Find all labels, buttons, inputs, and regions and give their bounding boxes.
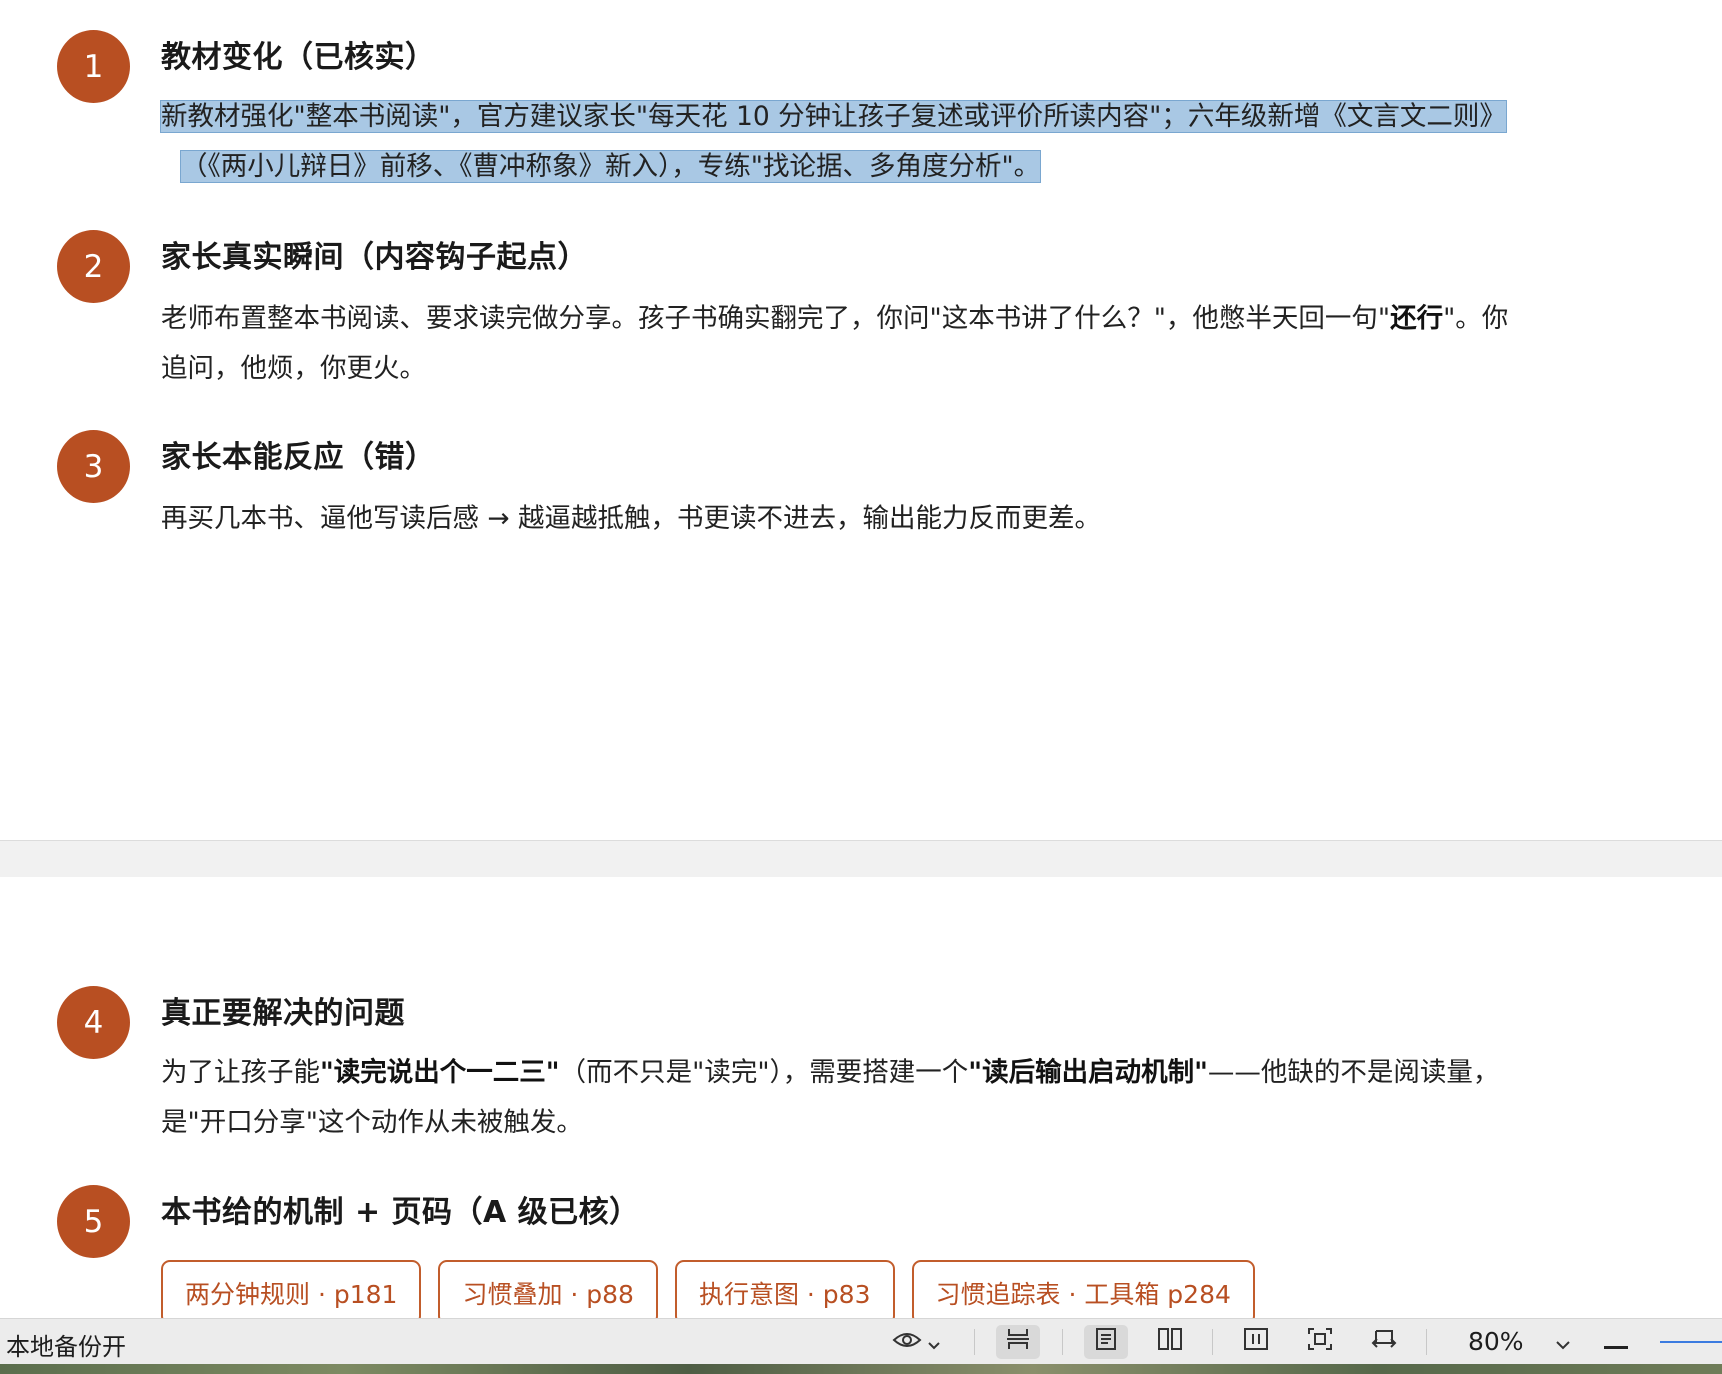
fit-page-icon bbox=[1371, 1327, 1397, 1357]
body-line[interactable]: 再买几本书、逼他写读后感 → 越逼越抵触，书更读不进去，输出能力反而更差。 bbox=[161, 494, 1701, 544]
step-number-badge: 1 bbox=[57, 30, 130, 103]
divider bbox=[1212, 1329, 1213, 1355]
mechanism-chips: 两分钟规则 · p181 习惯叠加 · p88 执行意图 · p83 习惯追踪表… bbox=[161, 1260, 1255, 1318]
minus-icon bbox=[1604, 1328, 1628, 1356]
reading-mode-button[interactable] bbox=[886, 1325, 946, 1359]
page-gap bbox=[0, 840, 1722, 878]
chip-implementation-intention[interactable]: 执行意图 · p83 bbox=[674, 1260, 895, 1318]
selected-text[interactable]: （《两小儿辩日》前移、《曹冲称象》新入），专练"找论据、多角度分析"。 bbox=[179, 150, 1042, 183]
document-page-2: 4 真正要解决的问题 为了让孩子能"读完说出个一二三"（而不只是"读完"），需要… bbox=[0, 877, 1722, 1318]
text-run: 老师布置整本书阅读、要求读完做分享。孩子书确实翻完了，你问"这本书讲了什么？"，… bbox=[161, 303, 1391, 334]
divider bbox=[1062, 1329, 1063, 1355]
eye-icon bbox=[892, 1328, 922, 1356]
column-icon bbox=[1243, 1327, 1269, 1357]
status-bar: 本地备份开 80% bbox=[0, 1318, 1722, 1365]
body-line[interactable]: 新教材强化"整本书阅读"，官方建议家长"每天花 10 分钟让孩子复述或评价所读内… bbox=[160, 92, 1701, 142]
step-title[interactable]: 家长本能反应（错） bbox=[161, 432, 436, 476]
bold-text: "读后输出启动机制" bbox=[968, 1057, 1208, 1088]
document-icon bbox=[1095, 1327, 1117, 1357]
page-continuous-view-button[interactable] bbox=[996, 1325, 1040, 1359]
chip-two-minute-rule[interactable]: 两分钟规则 · p181 bbox=[161, 1260, 422, 1318]
step-number-badge: 2 bbox=[57, 230, 130, 303]
fit-width-button[interactable] bbox=[1362, 1325, 1406, 1359]
divider bbox=[1426, 1329, 1427, 1355]
chevron-down-icon bbox=[1556, 1328, 1570, 1356]
two-page-view-button[interactable] bbox=[1148, 1325, 1192, 1359]
step-body[interactable]: 再买几本书、逼他写读后感 → 越逼越抵触，书更读不进去，输出能力反而更差。 bbox=[161, 494, 1701, 544]
local-backup-status[interactable]: 本地备份开 bbox=[6, 1327, 126, 1362]
step-title[interactable]: 真正要解决的问题 bbox=[161, 988, 405, 1032]
body-line[interactable]: （《两小儿辩日》前移、《曹冲称象》新入），专练"找论据、多角度分析"。 bbox=[161, 142, 1701, 192]
column-view-button[interactable] bbox=[1234, 1325, 1278, 1359]
text-run: （而不只是"读完"），需要搭建一个 bbox=[559, 1057, 969, 1088]
two-page-icon bbox=[1157, 1327, 1183, 1357]
zoom-level[interactable]: 80% bbox=[1468, 1327, 1524, 1356]
zoom-out-button[interactable] bbox=[1596, 1325, 1636, 1359]
step-title[interactable]: 教材变化（已核实） bbox=[161, 32, 436, 76]
step-body[interactable]: 为了让孩子能"读完说出个一二三"（而不只是"读完"），需要搭建一个"读后输出启动… bbox=[161, 1048, 1701, 1148]
step-number-badge: 5 bbox=[57, 1185, 130, 1258]
step-number-badge: 4 bbox=[57, 986, 130, 1059]
step-title[interactable]: 本书给的机制 + 页码（A 级已核） bbox=[161, 1187, 640, 1231]
selected-text[interactable]: 新教材强化"整本书阅读"，官方建议家长"每天花 10 分钟让孩子复述或评价所读内… bbox=[160, 100, 1507, 133]
chip-habit-stacking[interactable]: 习惯叠加 · p88 bbox=[438, 1260, 658, 1318]
document-page-1: 1 教材变化（已核实） 新教材强化"整本书阅读"，官方建议家长"每天花 10 分… bbox=[0, 0, 1722, 840]
step-number-badge: 3 bbox=[57, 430, 130, 503]
page-view-button[interactable] bbox=[1084, 1325, 1128, 1359]
zoom-dropdown-button[interactable] bbox=[1548, 1325, 1578, 1359]
text-run: ——他缺的不是阅读量， bbox=[1207, 1057, 1500, 1088]
focus-frame-icon bbox=[1307, 1327, 1333, 1357]
bold-text: 还行 bbox=[1390, 303, 1444, 334]
step-body[interactable]: 老师布置整本书阅读、要求读完做分享。孩子书确实翻完了，你问"这本书讲了什么？"，… bbox=[161, 294, 1701, 394]
body-line[interactable]: 追问，他烦，你更火。 bbox=[161, 344, 1701, 394]
chip-habit-tracker[interactable]: 习惯追踪表 · 工具箱 p284 bbox=[911, 1260, 1255, 1318]
step-title[interactable]: 家长真实瞬间（内容钩子起点） bbox=[161, 232, 588, 276]
text-run: "。你 bbox=[1443, 303, 1509, 334]
zoom-slider[interactable] bbox=[1660, 1341, 1722, 1343]
body-line[interactable]: 为了让孩子能"读完说出个一二三"（而不只是"读完"），需要搭建一个"读后输出启动… bbox=[161, 1048, 1701, 1098]
chevron-down-icon bbox=[928, 1328, 940, 1356]
body-line[interactable]: 是"开口分享"这个动作从未被触发。 bbox=[161, 1098, 1701, 1148]
text-run: 为了让孩子能 bbox=[161, 1057, 320, 1088]
bold-text: "读完说出个一二三" bbox=[320, 1057, 560, 1088]
divider bbox=[974, 1329, 975, 1355]
step-body[interactable]: 新教材强化"整本书阅读"，官方建议家长"每天花 10 分钟让孩子复述或评价所读内… bbox=[160, 92, 1701, 192]
desktop-background-strip bbox=[0, 1364, 1722, 1374]
body-line[interactable]: 老师布置整本书阅读、要求读完做分享。孩子书确实翻完了，你问"这本书讲了什么？"，… bbox=[161, 294, 1701, 344]
page-break-icon bbox=[1006, 1327, 1030, 1357]
focus-mode-button[interactable] bbox=[1298, 1325, 1342, 1359]
